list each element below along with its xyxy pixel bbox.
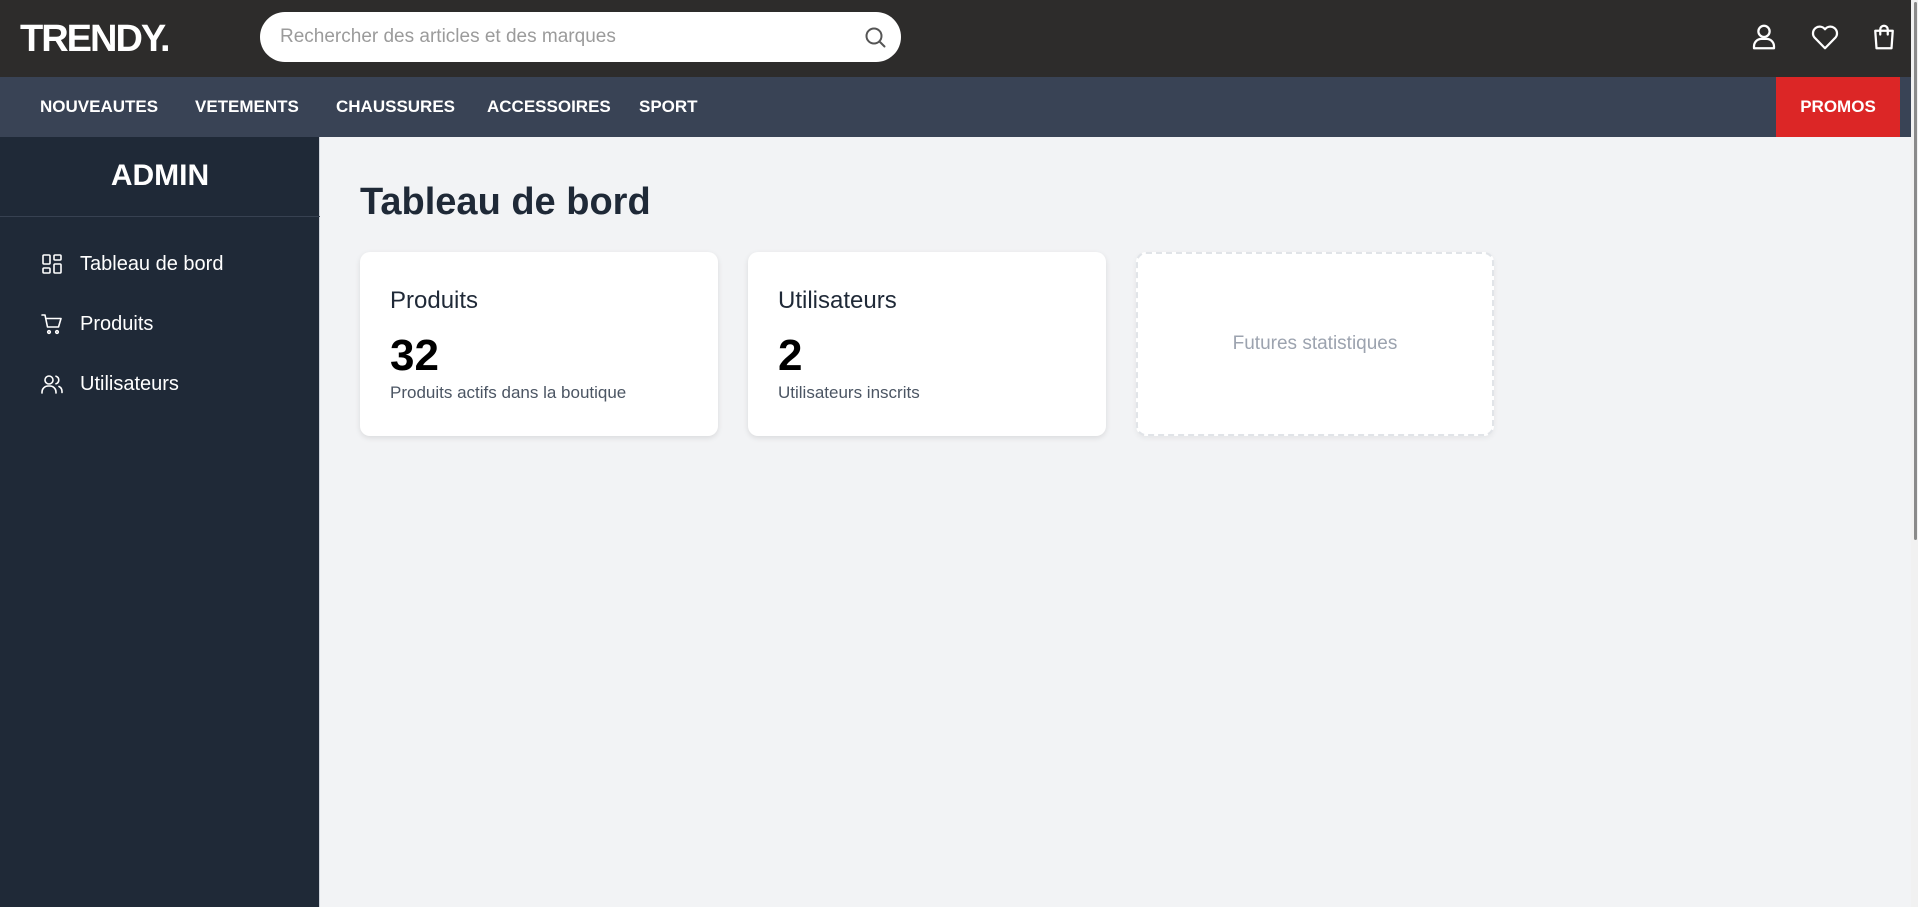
brand-logo[interactable]: TRENDY. — [20, 18, 171, 60]
admin-sidebar: ADMIN Tableau de bord Produits Utilisate… — [0, 137, 320, 907]
sidebar-item-utilisateurs[interactable]: Utilisateurs — [38, 366, 298, 402]
stat-card-title: Utilisateurs — [778, 287, 897, 314]
stat-card-description: Produits actifs dans la boutique — [390, 383, 627, 402]
shopping-bag-icon[interactable] — [1869, 22, 1899, 52]
stat-card-value: 2 — [778, 331, 803, 380]
stat-card-title: Produits — [390, 287, 479, 314]
heart-icon[interactable] — [1810, 22, 1840, 52]
stat-card-description: Utilisateurs inscrits — [778, 383, 920, 402]
scrollbar-thumb[interactable] — [1914, 2, 1917, 540]
cart-icon — [41, 314, 62, 335]
search-input[interactable] — [280, 12, 840, 62]
sidebar-item-label: Utilisateurs — [80, 373, 179, 395]
sidebar-item-label: Produits — [80, 313, 154, 335]
search-icon[interactable] — [863, 25, 887, 49]
placeholder-card-label: Futures statistiques — [1232, 333, 1398, 354]
search-bar[interactable] — [260, 12, 901, 62]
sidebar-item-label: Tableau de bord — [80, 253, 224, 275]
nav-item-chaussures[interactable]: CHAUSSURES — [336, 77, 455, 137]
stat-card-produits: Produits 32 Produits actifs dans la bout… — [360, 252, 718, 436]
stat-card-utilisateurs: Utilisateurs 2 Utilisateurs inscrits — [748, 252, 1106, 436]
nav-item-accessoires[interactable]: ACCESSOIRES — [487, 77, 611, 137]
page-title: Tableau de bord — [360, 181, 651, 223]
sidebar-item-dashboard[interactable]: Tableau de bord — [38, 246, 298, 282]
top-bar: TRENDY. — [0, 0, 1918, 77]
sidebar-divider — [0, 216, 320, 217]
stat-card-value: 32 — [390, 331, 439, 380]
promos-button[interactable]: PROMOS — [1776, 77, 1900, 137]
nav-item-sport[interactable]: SPORT — [639, 77, 698, 137]
placeholder-card: Futures statistiques — [1136, 252, 1494, 436]
dashboard-icon — [42, 254, 62, 274]
nav-item-vetements[interactable]: VETEMENTS — [195, 77, 299, 137]
sidebar-title: ADMIN — [110, 159, 210, 192]
sidebar-item-produits[interactable]: Produits — [38, 306, 298, 342]
category-nav: NOUVEAUTES VETEMENTS CHAUSSURES ACCESSOI… — [0, 77, 1918, 137]
user-icon[interactable] — [1749, 22, 1779, 52]
nav-item-nouveautes[interactable]: NOUVEAUTES — [40, 77, 158, 137]
users-icon — [41, 375, 63, 394]
